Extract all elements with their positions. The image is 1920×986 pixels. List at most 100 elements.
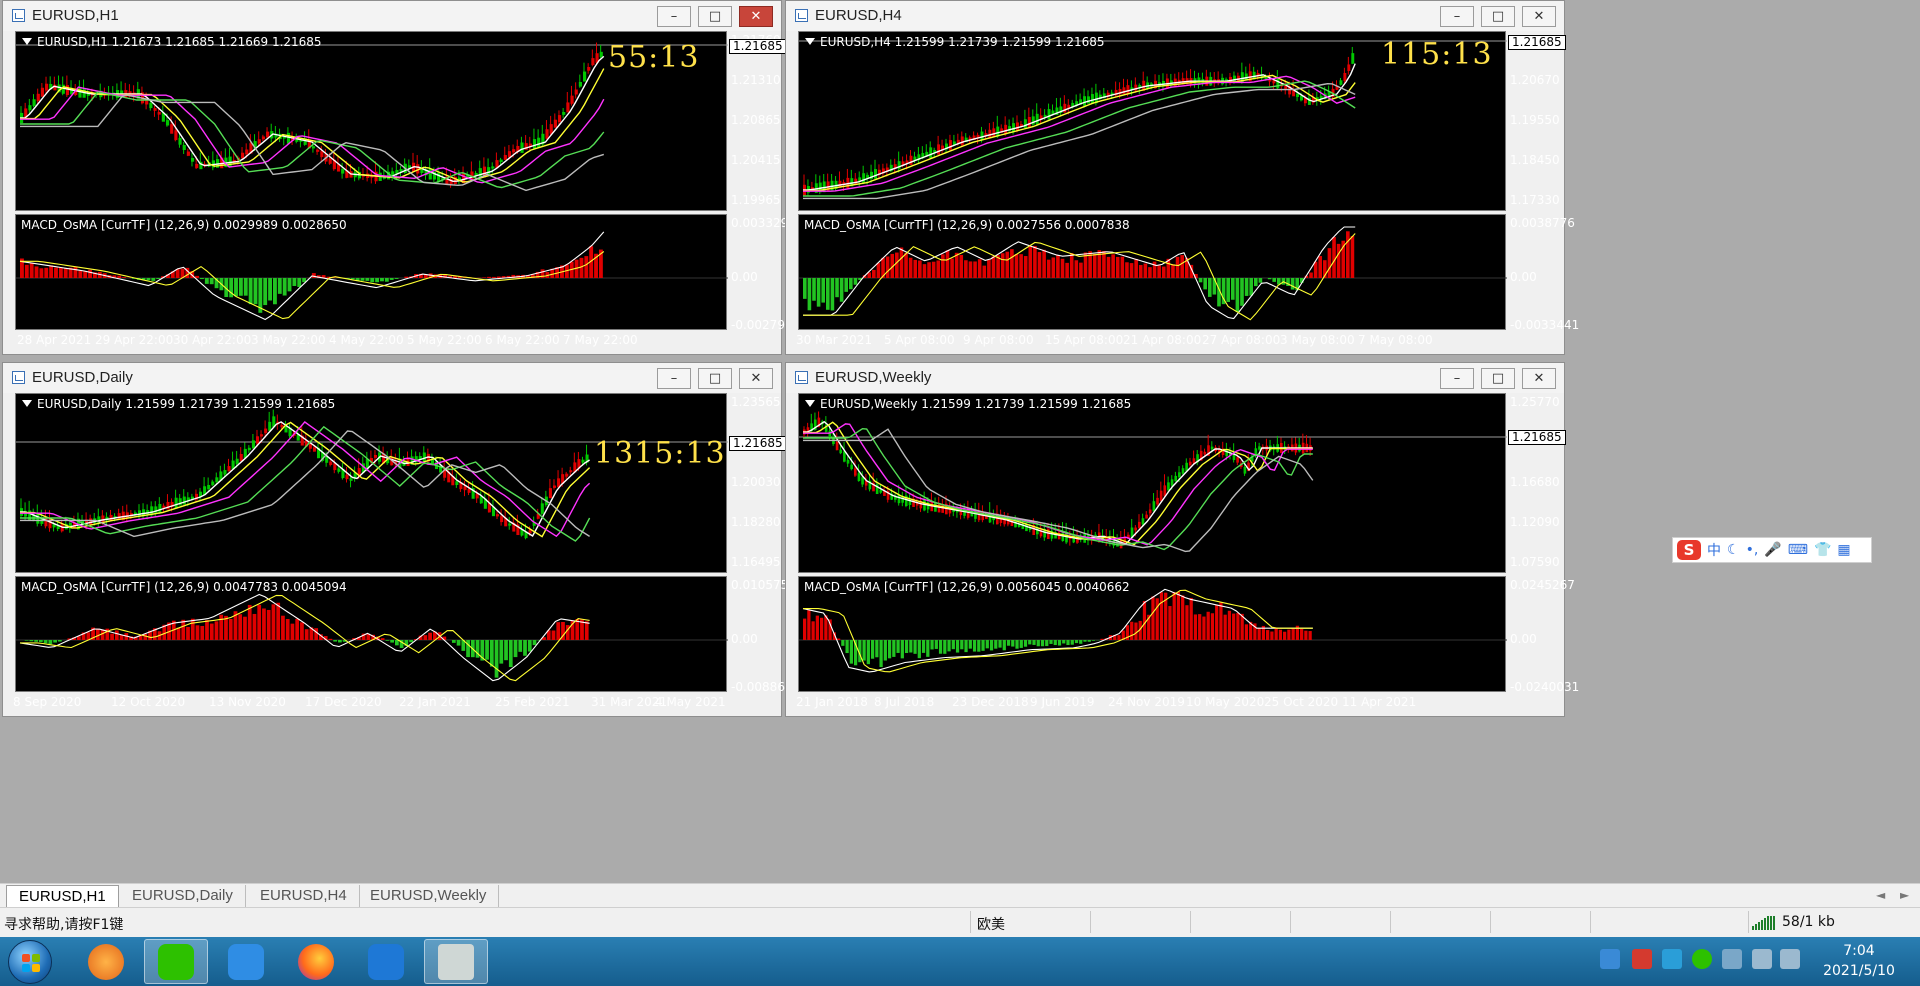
macd-histogram-bar xyxy=(1159,592,1164,640)
macd-histogram-bar xyxy=(380,278,384,282)
ime-skin-icon[interactable]: 👕 xyxy=(1814,542,1831,558)
ime-logo[interactable]: S xyxy=(1677,540,1701,560)
bear-candle xyxy=(507,151,512,158)
connection-status[interactable]: 58/1 kb xyxy=(1782,914,1835,930)
taskbar-app-notes[interactable] xyxy=(214,939,278,984)
tab-scroll-left-icon[interactable]: ◄ xyxy=(1876,888,1885,902)
maximize-button[interactable]: □ xyxy=(698,368,732,389)
bull-candle xyxy=(828,430,832,439)
macd-axis[interactable]: 0.0038776 0.00 -0.0033441 xyxy=(1506,214,1579,332)
triangle-down-icon[interactable] xyxy=(22,38,32,45)
time-axis[interactable]: 21 Jan 2018 8 Jul 2018 23 Dec 2018 9 Jun… xyxy=(796,695,1506,713)
time-tick: 4 May 2021 xyxy=(655,695,726,709)
bull-candle xyxy=(211,481,215,486)
macd-histogram-bar xyxy=(1278,629,1283,640)
ime-moon-icon[interactable]: ☾ xyxy=(1727,542,1740,558)
macd-histogram-bar xyxy=(1272,278,1277,282)
window-titlebar[interactable]: EURUSD,Daily – □ ✕ xyxy=(3,363,781,393)
macd-subwindow[interactable]: MACD_OsMA [CurrTF] (12,26,9) 0.0029989 0… xyxy=(15,214,728,330)
taskbar-app-bird[interactable] xyxy=(74,939,138,984)
maximize-button[interactable]: □ xyxy=(698,6,732,27)
ime-toolbar[interactable]: S 中 ☾ •, 🎤 ⌨ 👕 ▦ xyxy=(1672,537,1872,563)
bear-candle xyxy=(1137,521,1141,529)
macd-axis[interactable]: 0.0245267 0.00 -0.0240031 xyxy=(1506,576,1579,694)
macd-histogram-bar xyxy=(292,278,297,286)
tab-eurusd-h1[interactable]: EURUSD,H1 xyxy=(6,885,119,907)
status-profile[interactable]: 欧美 xyxy=(977,914,1005,934)
price-chart[interactable]: EURUSD,Weekly 1.21599 1.21739 1.21599 1.… xyxy=(798,393,1507,573)
tab-eurusd-weekly[interactable]: EURUSD,Weekly xyxy=(358,885,500,907)
price-chart[interactable]: EURUSD,H4 1.21599 1.21739 1.21599 1.2168… xyxy=(798,31,1507,211)
tab-eurusd-h4[interactable]: EURUSD,H4 xyxy=(248,885,360,907)
taskbar-app-wechat[interactable] xyxy=(144,939,208,984)
time-axis[interactable]: 28 Apr 2021 29 Apr 22:00 30 Apr 22:00 3 … xyxy=(15,333,727,351)
system-clock[interactable]: 7:04 2021/5/10 xyxy=(1800,941,1918,981)
current-price-label: 1.21685 xyxy=(1508,35,1566,50)
tray-network-icon[interactable] xyxy=(1722,949,1742,969)
price-chart[interactable]: EURUSD,H1 1.21673 1.21685 1.21669 1.2168… xyxy=(15,31,728,211)
ime-mode-toggle[interactable]: 中 xyxy=(1707,540,1721,560)
close-button[interactable]: ✕ xyxy=(1522,6,1556,27)
tray-signal-icon[interactable] xyxy=(1780,949,1800,969)
price-chart[interactable]: EURUSD,Daily 1.21599 1.21739 1.21599 1.2… xyxy=(15,393,728,573)
taskbar-app-terminal[interactable] xyxy=(424,939,488,984)
macd-histogram-bar xyxy=(248,278,253,305)
price-axis[interactable]: 1.21685 1.20670 1.19550 1.18450 1.17330 xyxy=(1506,31,1578,211)
triangle-down-icon[interactable] xyxy=(22,400,32,407)
tab-scroll-right-icon[interactable]: ► xyxy=(1900,888,1909,902)
minimize-button[interactable]: – xyxy=(1440,368,1474,389)
close-button[interactable]: ✕ xyxy=(739,368,773,389)
tray-wechat-icon[interactable] xyxy=(1692,949,1712,969)
triangle-down-icon[interactable] xyxy=(805,38,815,45)
macd-histogram-bar xyxy=(404,276,409,278)
close-button[interactable]: ✕ xyxy=(1522,368,1556,389)
macd-histogram-bar xyxy=(1051,257,1056,278)
time-axis[interactable]: 8 Sep 2020 12 Oct 2020 13 Nov 2020 17 De… xyxy=(13,695,727,713)
maximize-button[interactable]: □ xyxy=(1481,368,1515,389)
maximize-button[interactable]: □ xyxy=(1481,6,1515,27)
tab-eurusd-daily[interactable]: EURUSD,Daily xyxy=(120,885,246,907)
bear-candle xyxy=(320,151,324,158)
bull-candle xyxy=(578,81,582,87)
macd-histogram-bar xyxy=(39,268,44,278)
bull-candle xyxy=(1181,468,1185,474)
ime-keyboard-icon[interactable]: ⌨ xyxy=(1788,542,1808,558)
macd-histogram-bar xyxy=(1185,605,1189,640)
macd-histogram-bar xyxy=(887,640,892,659)
minimize-button[interactable]: – xyxy=(657,368,691,389)
tray-usb-icon[interactable] xyxy=(1600,949,1620,969)
price-axis[interactable]: 1.25770 1.21685 1.16680 1.12090 1.07590 xyxy=(1506,393,1578,573)
connection-bars-icon[interactable] xyxy=(1752,916,1778,930)
ime-punctuation-icon[interactable]: •, xyxy=(1746,542,1759,558)
chart-window-h1[interactable]: EURUSD,H1 – □ ✕ EURUSD,H1 1.21673 1.2168… xyxy=(2,0,800,355)
window-titlebar[interactable]: EURUSD,H4 – □ ✕ xyxy=(786,1,1564,31)
macd-subwindow[interactable]: MACD_OsMA [CurrTF] (12,26,9) 0.0047783 0… xyxy=(15,576,728,692)
macd-histogram-bar xyxy=(972,640,977,652)
chart-window-daily[interactable]: EURUSD,Daily – □ ✕ EURUSD,Daily 1.21599 … xyxy=(2,362,800,717)
chart-window-h4[interactable]: EURUSD,H4 – □ ✕ EURUSD,H4 1.21599 1.2173… xyxy=(785,0,1579,355)
macd-subwindow[interactable]: MACD_OsMA [CurrTF] (12,26,9) 0.0056045 0… xyxy=(798,576,1507,692)
macd-histogram-bar xyxy=(1010,249,1014,278)
macd-subwindow[interactable]: MACD_OsMA [CurrTF] (12,26,9) 0.0027556 0… xyxy=(798,214,1507,330)
window-titlebar[interactable]: EURUSD,Weekly – □ ✕ xyxy=(786,363,1564,393)
time-tick: 30 Mar 2021 xyxy=(796,333,873,347)
tray-shield-icon[interactable] xyxy=(1662,949,1682,969)
minimize-button[interactable]: – xyxy=(1440,6,1474,27)
window-titlebar[interactable]: EURUSD,H1 – □ ✕ xyxy=(3,1,781,31)
ime-grid-icon[interactable]: ▦ xyxy=(1837,542,1850,558)
minimize-button[interactable]: – xyxy=(657,6,691,27)
start-button[interactable] xyxy=(8,940,52,984)
triangle-down-icon[interactable] xyxy=(805,400,815,407)
taskbar-app-metatrader[interactable] xyxy=(354,939,418,984)
bear-candle xyxy=(329,461,333,465)
bull-candle xyxy=(190,157,195,162)
ime-microphone-icon[interactable]: 🎤 xyxy=(1764,542,1781,558)
time-axis[interactable]: 30 Mar 2021 5 Apr 08:00 9 Apr 08:00 15 A… xyxy=(796,333,1506,351)
tray-volume-icon[interactable] xyxy=(1752,949,1772,969)
tray-wps-icon[interactable] xyxy=(1632,949,1652,969)
close-button[interactable]: ✕ xyxy=(739,6,773,27)
chart-window-weekly[interactable]: EURUSD,Weekly – □ ✕ EURUSD,Weekly 1.2159… xyxy=(785,362,1579,717)
bull-candle xyxy=(165,120,170,126)
macd-histogram-bar xyxy=(973,261,977,278)
taskbar-app-firefox[interactable] xyxy=(284,939,348,984)
